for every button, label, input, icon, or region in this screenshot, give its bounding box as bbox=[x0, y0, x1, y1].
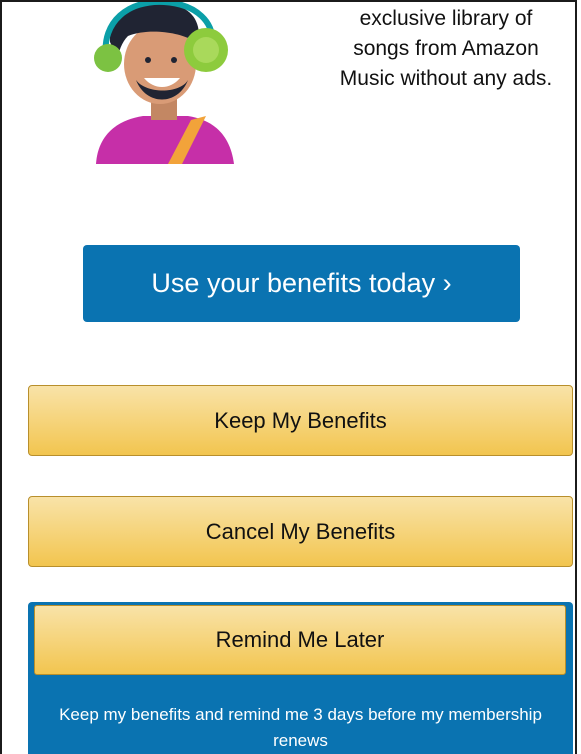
cancel-benefits-label: Cancel My Benefits bbox=[205, 518, 396, 544]
remind-later-button[interactable]: Remind Me Later bbox=[34, 605, 566, 675]
remind-later-note: Keep my benefits and remind me 3 days be… bbox=[59, 705, 542, 750]
use-benefits-label: Use your benefits today › bbox=[151, 268, 452, 298]
cancel-benefits-button[interactable]: Cancel My Benefits bbox=[28, 496, 573, 567]
keep-benefits-button[interactable]: Keep My Benefits bbox=[28, 385, 573, 456]
keep-benefits-label: Keep My Benefits bbox=[214, 407, 387, 433]
remind-later-panel: Remind Me Later Keep my benefits and rem… bbox=[28, 602, 573, 754]
remind-later-label: Remind Me Later bbox=[215, 627, 385, 652]
person-with-headphones-icon bbox=[88, 2, 248, 172]
promo-line-2: songs from Amazon bbox=[353, 37, 539, 60]
page-frame: exclusive library of songs from Amazon M… bbox=[0, 0, 577, 754]
use-benefits-button[interactable]: Use your benefits today › bbox=[83, 245, 520, 322]
promo-line-3: Music without any ads. bbox=[339, 67, 553, 90]
promo-description: exclusive library of songs from Amazon M… bbox=[318, 4, 574, 94]
promo-line-1: exclusive library of bbox=[359, 7, 533, 30]
